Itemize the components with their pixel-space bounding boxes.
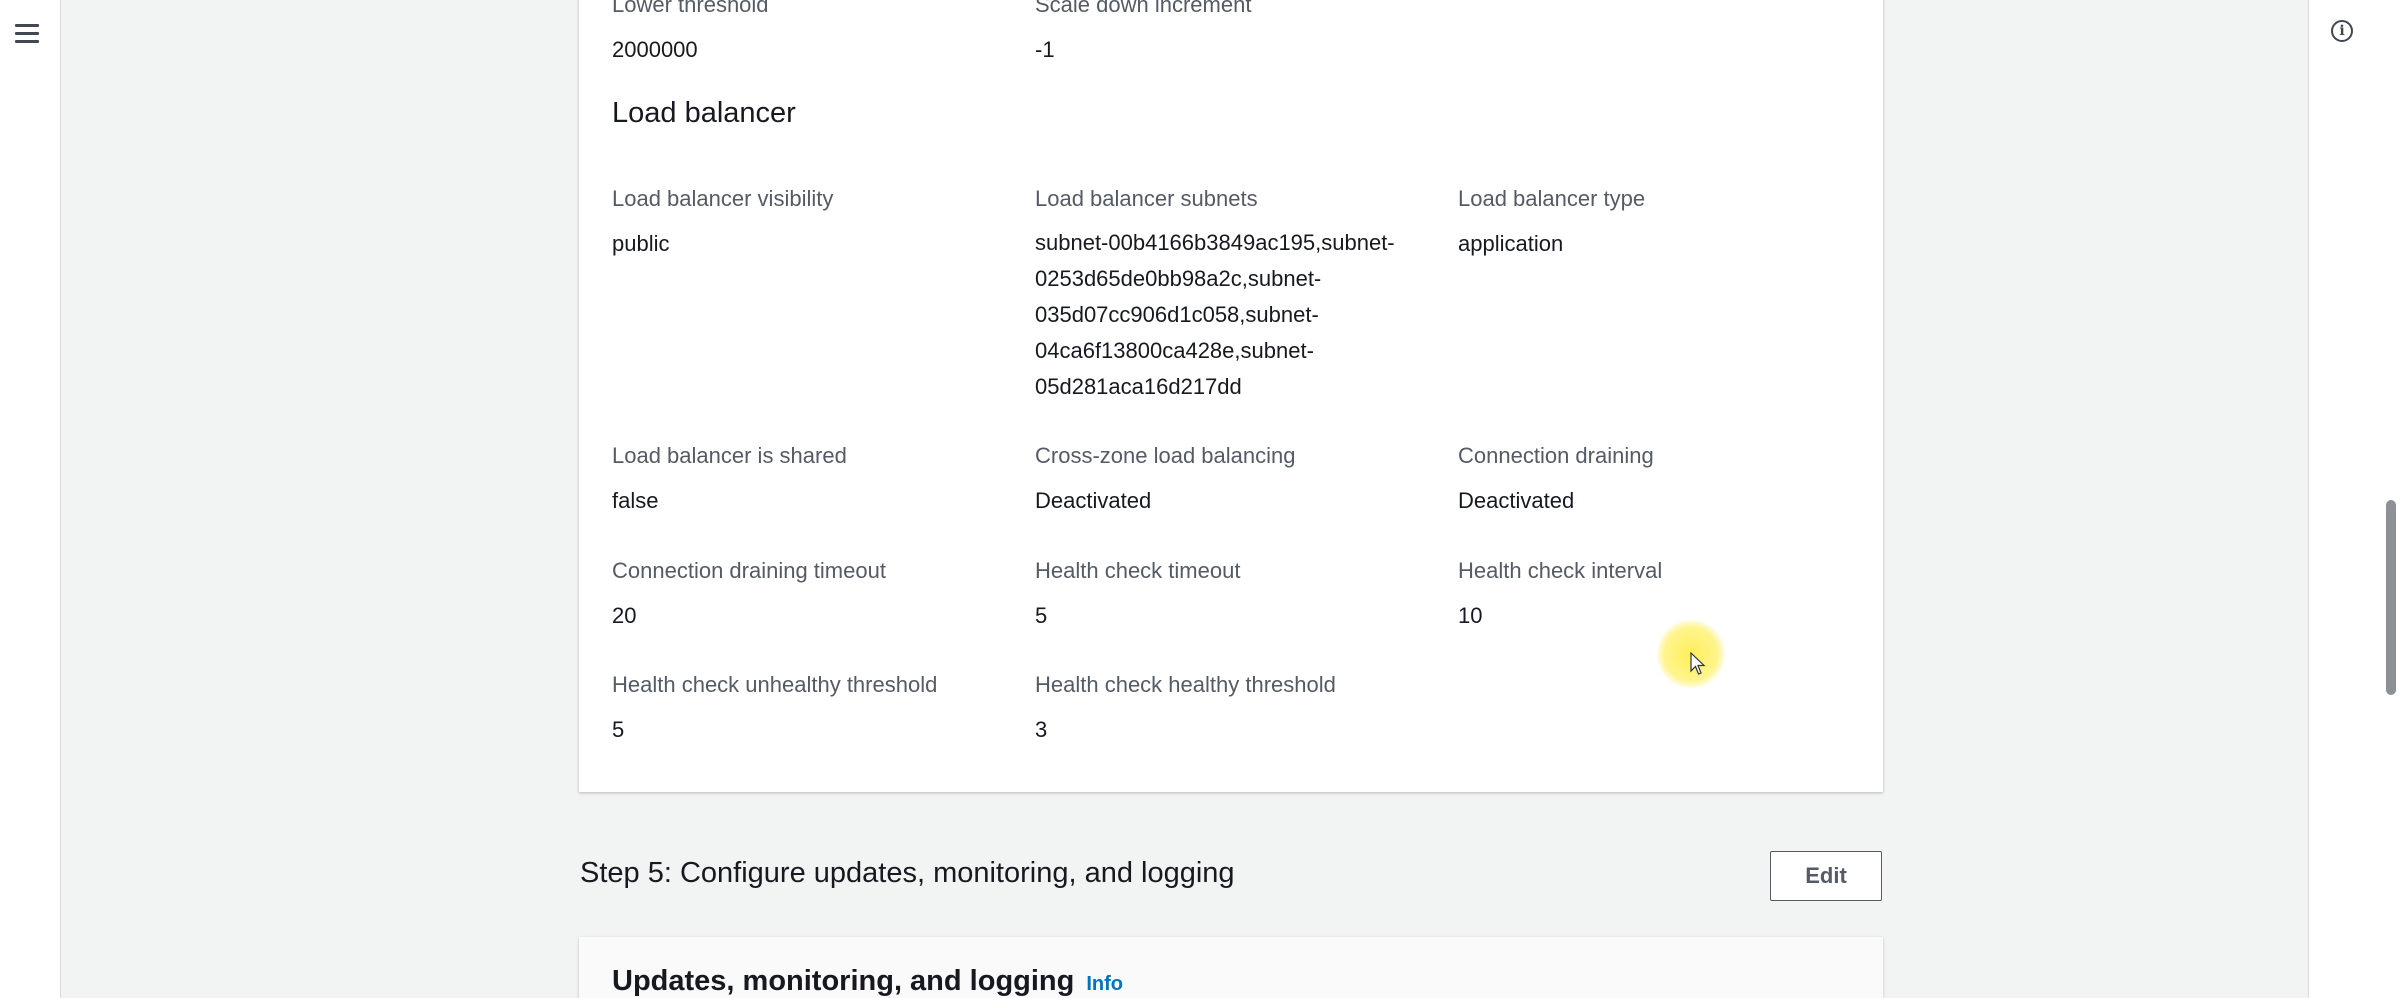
lb-subnets-field: Load balancer subnets subnet-00b4166b384… — [1035, 184, 1395, 405]
field-label: Connection draining timeout — [612, 558, 886, 583]
lb-shared-field: Load balancer is shared false — [612, 441, 847, 516]
info-link[interactable]: Info — [1086, 973, 1123, 995]
cross-zone-field: Cross-zone load balancing Deactivated — [1035, 441, 1296, 516]
field-value: 20 — [612, 603, 637, 628]
field-label: Load balancer is shared — [612, 443, 847, 468]
field-value: -1 — [1035, 37, 1055, 62]
field-value: 2000000 — [612, 37, 698, 62]
field-label: Scale down increment — [1035, 0, 1252, 17]
field-value: 10 — [1458, 603, 1483, 628]
health-check-interval-field: Health check interval 10 — [1458, 556, 1662, 631]
connection-draining-timeout-field: Connection draining timeout 20 — [612, 556, 886, 631]
field-label: Load balancer subnets — [1035, 186, 1258, 211]
field-label: Health check healthy threshold — [1035, 672, 1336, 697]
field-value: false — [612, 488, 659, 513]
field-value: public — [612, 231, 670, 256]
field-value: application — [1458, 231, 1564, 256]
field-value: 5 — [612, 717, 625, 742]
page: Lower threshold 2000000 Scale down incre… — [0, 0, 2404, 998]
updates-monitoring-card: Updates, monitoring, and logging Info — [579, 937, 1883, 998]
field-value: Deactivated — [1458, 488, 1575, 513]
connection-draining-field: Connection draining Deactivated — [1458, 441, 1654, 516]
info-icon[interactable]: i — [2331, 20, 2353, 42]
hamburger-menu-icon[interactable] — [15, 24, 39, 44]
field-label: Lower threshold — [612, 0, 769, 17]
field-label: Load balancer type — [1458, 186, 1646, 211]
lb-type-field: Load balancer type application — [1458, 184, 1645, 259]
field-value: 5 — [1035, 603, 1048, 628]
mouse-pointer-icon — [1690, 652, 1706, 675]
lb-visibility-field: Load balancer visibility public — [612, 184, 833, 259]
health-check-timeout-field: Health check timeout 5 — [1035, 556, 1240, 631]
field-value: subnet-00b4166b3849ac195,subnet- 0253d65… — [1035, 230, 1395, 399]
healthy-threshold-field: Health check healthy threshold 3 — [1035, 670, 1336, 745]
field-label: Health check interval — [1458, 558, 1663, 583]
scrollbar-track[interactable] — [2386, 0, 2398, 998]
lower-threshold-field: Lower threshold 2000000 — [612, 0, 769, 65]
field-label: Health check unhealthy threshold — [612, 672, 938, 697]
field-label: Connection draining — [1458, 443, 1654, 468]
left-navigation-rail — [0, 0, 61, 998]
field-value: Deactivated — [1035, 488, 1152, 513]
scrollbar-thumb[interactable] — [2386, 500, 2396, 695]
load-balancer-heading: Load balancer — [612, 97, 796, 129]
step-5-heading: Step 5: Configure updates, monitoring, a… — [580, 857, 1235, 889]
edit-step-5-button[interactable]: Edit — [1770, 851, 1882, 901]
right-tools-rail: i — [2308, 0, 2404, 998]
field-label: Health check timeout — [1035, 558, 1241, 583]
field-label: Load balancer visibility — [612, 186, 834, 211]
field-value: 3 — [1035, 717, 1048, 742]
unhealthy-threshold-field: Health check unhealthy threshold 5 — [612, 670, 937, 745]
scale-down-increment-field: Scale down increment -1 — [1035, 0, 1251, 65]
section-title: Updates, monitoring, and logging — [612, 965, 1075, 997]
field-label: Cross-zone load balancing — [1035, 443, 1296, 468]
updates-monitoring-title: Updates, monitoring, and logging Info — [612, 965, 1123, 998]
